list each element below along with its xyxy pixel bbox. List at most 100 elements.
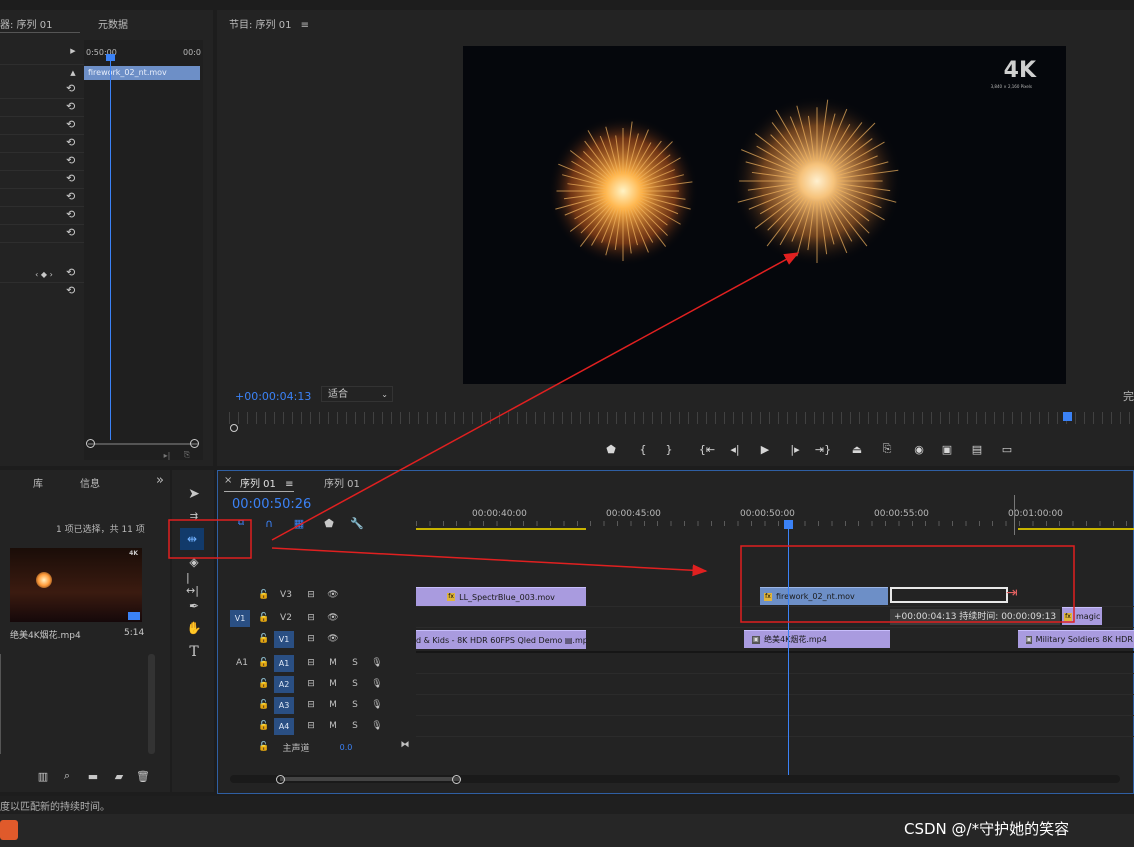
- mute-button[interactable]: M: [326, 720, 340, 732]
- media-item-name[interactable]: 绝美4K烟花.mp4: [10, 628, 81, 641]
- sequence-tab-second[interactable]: 序列 01: [324, 475, 360, 490]
- selection-tool-icon[interactable]: ➤: [186, 486, 202, 502]
- solo-button[interactable]: S: [348, 678, 362, 690]
- close-tab-icon[interactable]: ×: [224, 475, 232, 486]
- timeline-timecode[interactable]: 00:00:50:26: [232, 497, 311, 512]
- slip-tool-icon[interactable]: |↔|: [186, 571, 202, 597]
- step-forward-icon[interactable]: |▸: [787, 442, 803, 456]
- collapse-arrow-icon[interactable]: ▲: [68, 68, 78, 78]
- reset-icon[interactable]: ⟲: [66, 118, 75, 131]
- solo-button[interactable]: S: [348, 657, 362, 669]
- timeline-playhead[interactable]: [788, 527, 789, 775]
- play-icon[interactable]: ▶: [757, 442, 773, 456]
- mini-scrollbar[interactable]: [88, 443, 198, 445]
- program-playhead[interactable]: [1063, 412, 1072, 421]
- mark-out-icon[interactable]: }: [661, 442, 677, 456]
- new-bin-icon[interactable]: ▬: [86, 770, 100, 783]
- clip-v1-8k-demo[interactable]: d & Kids - 8K HDR 60FPS Qled Demo ▤.mp4: [416, 630, 586, 649]
- microphone-icon[interactable]: 🎙: [370, 699, 384, 711]
- track-name-a3[interactable]: A3: [274, 697, 294, 714]
- track-name-v3[interactable]: V3: [276, 589, 296, 601]
- project-scrollbar[interactable]: [148, 654, 155, 754]
- resolution-label[interactable]: 完: [1123, 388, 1134, 404]
- insert-icon[interactable]: ⎘: [180, 450, 194, 460]
- mute-button[interactable]: M: [326, 657, 340, 669]
- fit-select[interactable]: 适合 ⌄: [321, 386, 393, 402]
- track-area[interactable]: fx LL_SpectrBlue_003.mov fx firework_02_nt…: [416, 585, 1134, 761]
- lock-icon[interactable]: 🔓: [258, 720, 270, 732]
- mini-clip[interactable]: firework_02_nt.mov: [84, 66, 200, 80]
- eye-icon[interactable]: 👁: [326, 612, 340, 624]
- reset-icon[interactable]: ⟲: [66, 100, 75, 113]
- add-marker-icon[interactable]: ⬟: [322, 517, 336, 530]
- source-patch-a1[interactable]: A1: [232, 657, 252, 669]
- add-marker-icon[interactable]: ⬟: [603, 442, 619, 456]
- microphone-icon[interactable]: 🎙: [370, 657, 384, 669]
- work-area-bar[interactable]: [416, 528, 586, 530]
- overwrite-icon[interactable]: ▤: [969, 442, 985, 456]
- mini-playhead[interactable]: [110, 60, 111, 440]
- metadata-tab[interactable]: 元数据: [98, 16, 128, 31]
- program-timecode[interactable]: +00:00:04:13: [235, 390, 311, 403]
- reset-icon[interactable]: ⟲: [66, 284, 75, 297]
- clip-v2-magic[interactable]: fx magic: [1062, 607, 1102, 625]
- mini-playhead-handle[interactable]: [106, 54, 115, 61]
- program-monitor-tab[interactable]: 节目: 序列 01 ≡: [229, 16, 309, 31]
- reset-icon[interactable]: ⟲: [66, 208, 75, 221]
- lock-icon[interactable]: 🔓: [258, 657, 270, 669]
- extract-icon[interactable]: ⎘: [879, 442, 895, 456]
- sync-lock-icon[interactable]: ⊟: [304, 589, 318, 601]
- sync-lock-icon[interactable]: ⊟: [304, 612, 318, 624]
- track-name-v1[interactable]: V1: [274, 631, 294, 648]
- scroll-handle-left[interactable]: [86, 439, 95, 448]
- info-tab[interactable]: 信息: [80, 475, 100, 490]
- razor-tool-icon[interactable]: ◈: [186, 554, 202, 570]
- reset-icon[interactable]: ⟲: [66, 190, 75, 203]
- reset-icon[interactable]: ⟲: [66, 266, 75, 279]
- lift-icon[interactable]: ⏏: [849, 442, 865, 456]
- reset-icon[interactable]: ⟲: [66, 154, 75, 167]
- collapse-tracks-icon[interactable]: ⧓: [398, 739, 412, 751]
- wrench-icon[interactable]: 🔧: [350, 517, 364, 530]
- reset-icon[interactable]: ⟲: [66, 82, 75, 95]
- reset-icon[interactable]: ⟲: [66, 172, 75, 185]
- mini-timeline[interactable]: 0:50:00 00:0 firework_02_nt.mov ▸| ⎘: [84, 40, 203, 460]
- ripple-trim-preview[interactable]: [890, 587, 1008, 603]
- expand-arrow-icon[interactable]: ▶: [68, 46, 78, 56]
- program-ruler[interactable]: [229, 412, 1134, 424]
- search-icon[interactable]: ⌕: [60, 769, 74, 782]
- go-to-in-icon[interactable]: {⇤: [699, 442, 715, 456]
- video-frame[interactable]: 4K 3,840 × 2,160 Pixels: [463, 46, 1066, 384]
- export-frame-icon[interactable]: ▸|: [160, 450, 174, 460]
- scroll-handle-right[interactable]: [190, 439, 199, 448]
- clip-v3-firework[interactable]: fx firework_02_nt.mov: [760, 587, 888, 605]
- app-icon[interactable]: [0, 820, 18, 840]
- mute-button[interactable]: M: [326, 678, 340, 690]
- lock-icon[interactable]: 🔓: [258, 678, 270, 690]
- pen-tool-icon[interactable]: ✒: [186, 598, 202, 614]
- nest-icon[interactable]: ⧉: [234, 517, 248, 529]
- effect-controls-tab[interactable]: 器: 序列 01: [0, 16, 52, 31]
- clip-v1-military[interactable]: ▣ Military Soldiers 8K HDR O: [1018, 630, 1134, 648]
- clip-v1-fireworks[interactable]: ▣ 绝美4K烟花.mp4: [744, 630, 890, 648]
- timeline-scrollbar[interactable]: [230, 775, 1120, 784]
- linked-selection-icon[interactable]: ▦: [292, 517, 306, 530]
- mark-in-icon[interactable]: {: [635, 442, 651, 456]
- eye-icon[interactable]: 👁: [326, 633, 340, 645]
- program-scroll-start[interactable]: [230, 424, 238, 432]
- master-volume-value[interactable]: 0.0: [334, 741, 358, 753]
- export-frame-icon[interactable]: ◉: [911, 442, 927, 456]
- lock-icon[interactable]: 🔓: [258, 699, 270, 711]
- lock-icon[interactable]: 🔓: [258, 612, 270, 624]
- keyframe-nav-icon[interactable]: ‹ ◆ ›: [26, 268, 62, 280]
- sync-lock-icon[interactable]: ⊟: [304, 699, 318, 711]
- library-tab[interactable]: 库: [33, 475, 43, 490]
- lock-icon[interactable]: 🔓: [258, 589, 270, 601]
- sequence-tab-active[interactable]: 序列 01 ≡: [240, 475, 293, 490]
- scroll-handle-left[interactable]: [276, 775, 285, 784]
- microphone-icon[interactable]: 🎙: [370, 720, 384, 732]
- snap-icon[interactable]: ∩: [262, 517, 276, 530]
- work-area-bar[interactable]: [1018, 528, 1134, 530]
- hand-tool-icon[interactable]: ✋: [186, 620, 202, 636]
- menu-icon[interactable]: ≡: [301, 20, 309, 31]
